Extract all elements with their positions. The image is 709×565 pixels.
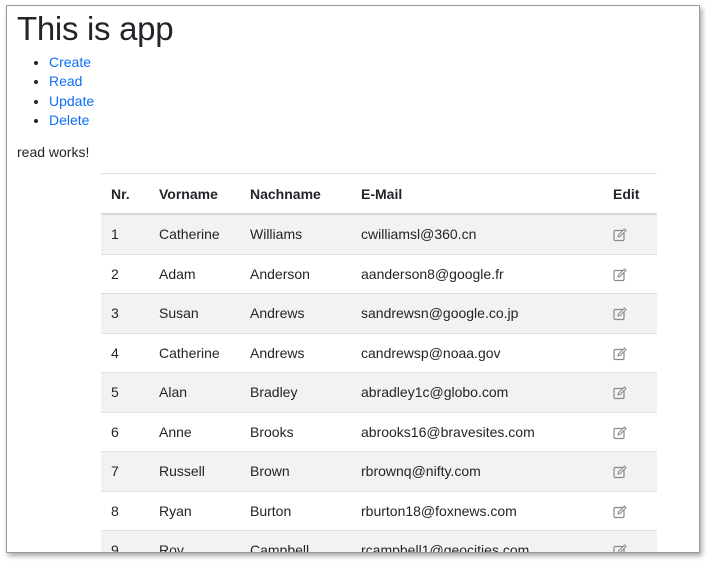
- cell-first-name: Alan: [149, 372, 240, 413]
- header-vorname: Vorname: [149, 173, 240, 215]
- cell-nr: 5: [101, 372, 149, 413]
- cell-edit: [603, 412, 657, 452]
- cell-email: abradley1c@globo.com: [351, 372, 603, 413]
- edit-icon[interactable]: [613, 465, 627, 479]
- cell-edit: [603, 214, 657, 255]
- cell-email: cwilliamsl@360.cn: [351, 214, 603, 255]
- cell-first-name: Adam: [149, 254, 240, 294]
- cell-first-name: Russell: [149, 451, 240, 492]
- header-email: E-Mail: [351, 173, 603, 215]
- table-row: 8 Ryan Burton rburton18@foxnews.com: [101, 491, 657, 531]
- cell-first-name: Ryan: [149, 491, 240, 531]
- edit-icon[interactable]: [613, 347, 627, 361]
- cell-first-name: Susan: [149, 293, 240, 334]
- cell-last-name: Andrews: [240, 333, 351, 373]
- cell-edit: [603, 293, 657, 334]
- cell-nr: 6: [101, 412, 149, 452]
- nav-item-update: Update: [49, 92, 94, 111]
- edit-icon[interactable]: [613, 386, 627, 400]
- table-row: 6 Anne Brooks abrooks16@bravesites.com: [101, 412, 657, 452]
- cell-last-name: Andrews: [240, 293, 351, 334]
- cell-last-name: Brown: [240, 451, 351, 492]
- cell-email: rcampbell1@geocities.com: [351, 530, 603, 552]
- cell-email: rbrownq@nifty.com: [351, 451, 603, 492]
- cell-nr: 4: [101, 333, 149, 373]
- cell-email: rburton18@foxnews.com: [351, 491, 603, 531]
- cell-last-name: Williams: [240, 214, 351, 255]
- nav-item-read: Read: [49, 72, 94, 91]
- edit-icon[interactable]: [613, 505, 627, 519]
- cell-last-name: Bradley: [240, 372, 351, 413]
- update-link[interactable]: Update: [49, 93, 94, 109]
- nav-item-create: Create: [49, 53, 94, 72]
- nav-item-delete: Delete: [49, 111, 94, 130]
- cell-email: abrooks16@bravesites.com: [351, 412, 603, 452]
- cell-last-name: Anderson: [240, 254, 351, 294]
- edit-icon[interactable]: [613, 228, 627, 242]
- status-text: read works!: [17, 144, 90, 160]
- app-window: This is app Create Read Update Delete re…: [6, 5, 700, 553]
- delete-link[interactable]: Delete: [49, 112, 89, 128]
- table-row: 3 Susan Andrews sandrewsn@google.co.jp: [101, 293, 657, 334]
- table-header-row: Nr. Vorname Nachname E-Mail Edit: [101, 173, 657, 215]
- cell-edit: [603, 451, 657, 492]
- cell-nr: 2: [101, 254, 149, 294]
- cell-email: candrewsp@noaa.gov: [351, 333, 603, 373]
- cell-last-name: Campbell: [240, 530, 351, 552]
- read-link[interactable]: Read: [49, 73, 82, 89]
- table-row: 1 Catherine Williams cwilliamsl@360.cn: [101, 214, 657, 255]
- cell-nr: 3: [101, 293, 149, 334]
- cell-first-name: Anne: [149, 412, 240, 452]
- crud-nav: Create Read Update Delete: [31, 53, 94, 131]
- cell-first-name: Catherine: [149, 214, 240, 255]
- cell-edit: [603, 333, 657, 373]
- table-row: 2 Adam Anderson aanderson8@google.fr: [101, 254, 657, 294]
- table-row: 7 Russell Brown rbrownq@nifty.com: [101, 451, 657, 492]
- cell-nr: 1: [101, 214, 149, 255]
- edit-icon[interactable]: [613, 307, 627, 321]
- person-table-container: Nr. Vorname Nachname E-Mail Edit 1 Cathe…: [101, 173, 657, 552]
- table-row: 5 Alan Bradley abradley1c@globo.com: [101, 372, 657, 413]
- person-table: Nr. Vorname Nachname E-Mail Edit 1 Cathe…: [101, 173, 657, 552]
- header-nachname: Nachname: [240, 173, 351, 215]
- cell-last-name: Burton: [240, 491, 351, 531]
- cell-email: sandrewsn@google.co.jp: [351, 293, 603, 334]
- cell-email: aanderson8@google.fr: [351, 254, 603, 294]
- cell-nr: 7: [101, 451, 149, 492]
- table-row: 9 Roy Campbell rcampbell1@geocities.com: [101, 530, 657, 552]
- cell-edit: [603, 254, 657, 294]
- edit-icon[interactable]: [613, 544, 627, 552]
- header-nr: Nr.: [101, 173, 149, 215]
- cell-edit: [603, 530, 657, 552]
- edit-icon[interactable]: [613, 426, 627, 440]
- cell-nr: 9: [101, 530, 149, 552]
- table-row: 4 Catherine Andrews candrewsp@noaa.gov: [101, 333, 657, 373]
- cell-first-name: Roy: [149, 530, 240, 552]
- cell-nr: 8: [101, 491, 149, 531]
- page-title: This is app: [17, 10, 174, 47]
- header-edit: Edit: [603, 173, 657, 215]
- cell-edit: [603, 372, 657, 413]
- cell-last-name: Brooks: [240, 412, 351, 452]
- edit-icon[interactable]: [613, 268, 627, 282]
- cell-edit: [603, 491, 657, 531]
- create-link[interactable]: Create: [49, 54, 91, 70]
- cell-first-name: Catherine: [149, 333, 240, 373]
